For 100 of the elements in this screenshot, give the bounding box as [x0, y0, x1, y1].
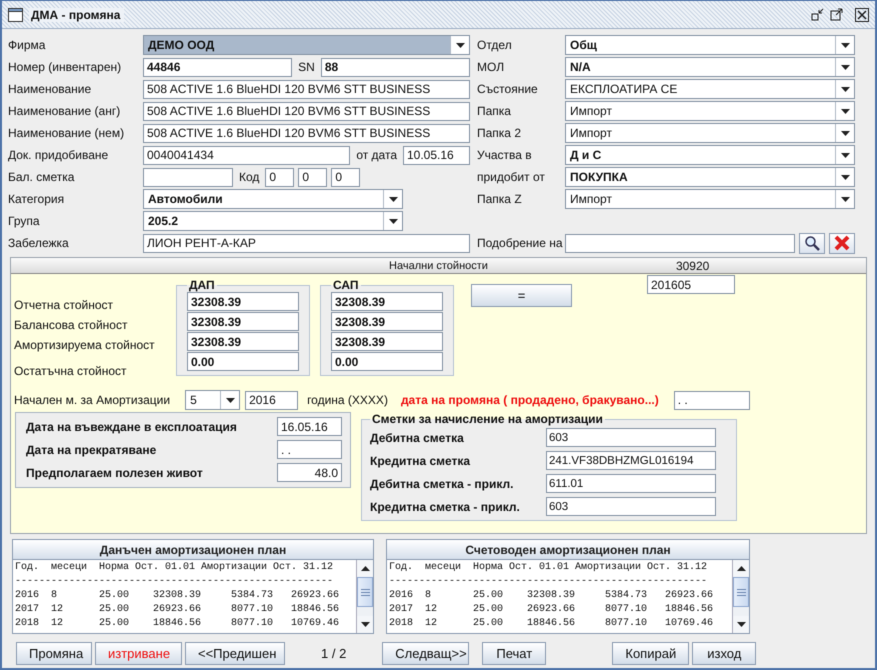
caret-icon — [840, 152, 850, 158]
group-title: ДАП — [188, 278, 216, 292]
dropdown[interactable]: Д и С — [565, 145, 855, 165]
input-field[interactable]: 32308.39 — [331, 292, 443, 311]
input-field[interactable]: 508 ACTIVE 1.6 BlueHDI 120 BVM6 STT BUSINESS — [143, 124, 470, 142]
input-field[interactable]: ЛИОН РЕНТ-А-КАР — [143, 234, 470, 252]
input-field[interactable]: 32308.39 — [331, 332, 443, 351]
input-field[interactable]: . . — [277, 440, 342, 459]
table-cell-text: 25.00 — [473, 617, 504, 631]
minimize-icon[interactable] — [811, 8, 824, 21]
dropdown[interactable]: Импорт — [565, 101, 855, 121]
table-cell-text: 5384.73 — [230, 589, 273, 603]
action-button[interactable]: Печат — [482, 642, 546, 665]
dropdown[interactable]: Общ — [565, 35, 855, 55]
up-arrow-icon — [736, 566, 746, 571]
dropdown[interactable]: ПОКУПКА — [565, 167, 855, 187]
caret-icon — [840, 64, 850, 70]
input-field[interactable]: 0.00 — [187, 352, 299, 371]
up-arrow-icon — [360, 566, 370, 571]
table-cell-text: 18846.56 — [152, 617, 201, 631]
action-button[interactable]: изтриване — [95, 642, 182, 665]
table-cell-text: 18846.56 — [664, 603, 713, 617]
input-field[interactable] — [565, 234, 795, 252]
input-field[interactable]: 88 — [320, 58, 470, 76]
value-label: Балансова стойност — [14, 317, 128, 334]
scrollbar[interactable] — [732, 560, 749, 633]
dropdown[interactable]: ДЕМО ООД — [143, 35, 470, 55]
field-label: Забележка — [8, 236, 70, 250]
grip-icon — [360, 588, 370, 596]
action-button[interactable]: Промяна — [16, 642, 92, 665]
down-arrow-icon — [736, 622, 746, 627]
input-field[interactable]: 32308.39 — [187, 292, 299, 311]
field-label: Дата на въвеждане в експлоатация — [26, 420, 238, 434]
table-cell-text: 10769.46 — [664, 617, 713, 631]
input-field[interactable]: 603 — [546, 428, 716, 447]
input-field[interactable]: 241.VF38DBHZMGL016194 — [546, 451, 716, 470]
input-field[interactable]: 603 — [546, 497, 716, 516]
section-number: 30920 — [674, 258, 710, 272]
action-button[interactable]: <<Предишен — [185, 642, 285, 665]
input-field[interactable]: 508 ACTIVE 1.6 BlueHDI 120 BVM6 STT BUSINESS — [143, 80, 470, 98]
dropdown[interactable]: Автомобили — [143, 189, 403, 209]
action-button[interactable]: Копирай — [612, 642, 690, 665]
input-field[interactable]: 508 ACTIVE 1.6 BlueHDI 120 BVM6 STT BUSINESS — [143, 102, 470, 120]
search-button[interactable] — [799, 232, 825, 254]
dropdown[interactable]: N/A — [565, 57, 855, 77]
maximize-icon[interactable] — [830, 8, 843, 21]
input-field[interactable]: 0 — [265, 168, 294, 186]
scrollbar-thumb[interactable] — [733, 577, 749, 607]
table-cell-text: 2018 — [389, 617, 414, 631]
equals-button[interactable]: = — [471, 284, 572, 307]
caret-icon — [226, 398, 235, 402]
dropdown[interactable]: Импорт — [565, 123, 855, 143]
input-field[interactable]: 0 — [298, 168, 328, 186]
action-button[interactable]: Следващ>> — [382, 642, 470, 665]
table-cell-text: 12 — [425, 617, 438, 631]
table-cell-text: 8077.10 — [604, 617, 647, 631]
table-cell-text: 8077.10 — [230, 603, 273, 617]
action-button[interactable]: изход — [692, 642, 756, 665]
input-field[interactable]: 10.05.16 — [403, 146, 470, 164]
column-header: месеци — [425, 561, 462, 575]
dropdown[interactable]: 205.2 — [143, 211, 403, 231]
table-cell-text: 25.00 — [99, 603, 130, 617]
input-field[interactable]: 48.0 — [277, 463, 342, 482]
input-field[interactable] — [143, 168, 233, 186]
input-field[interactable]: 44846 — [143, 58, 292, 76]
column-header: Ост. 01.01 — [135, 561, 196, 575]
table-cell-text: 25.00 — [473, 589, 504, 603]
column-header: Амортизации — [201, 561, 268, 575]
scrollbar[interactable] — [356, 560, 373, 633]
input-field[interactable]: 32308.39 — [187, 312, 299, 331]
input-field[interactable]: . . — [674, 390, 750, 410]
caret-icon — [840, 196, 850, 202]
dropdown[interactable]: Импорт — [565, 189, 855, 209]
input-field[interactable]: 201605 — [647, 275, 735, 294]
caret-icon — [456, 42, 464, 48]
table-cell-text: 2018 — [15, 617, 40, 631]
input-field[interactable]: 32308.39 — [187, 332, 299, 351]
scrollbar-thumb[interactable] — [357, 577, 373, 607]
field-label: Отдел — [477, 38, 513, 52]
column-header: Ост. 31.12 — [647, 561, 708, 575]
month-dropdown[interactable]: 5 — [185, 390, 240, 410]
column-header: Норма — [99, 561, 130, 575]
input-field[interactable]: 0040041434 — [143, 146, 350, 164]
field-label: Бал. сметка — [8, 170, 76, 184]
field-label: Папка 2 — [477, 126, 522, 140]
dropdown[interactable]: ЕКСПЛОАТИРА СЕ — [565, 79, 855, 99]
field-label: от дата — [355, 148, 398, 162]
input-field[interactable]: 0 — [331, 168, 360, 186]
close-icon[interactable] — [855, 8, 869, 22]
input-field[interactable]: 16.05.16 — [277, 417, 342, 436]
plan-header[interactable]: Данъчен амортизационен план — [12, 539, 374, 560]
input-field[interactable]: 611.01 — [546, 474, 716, 493]
input-field[interactable]: 0.00 — [331, 352, 443, 371]
input-field[interactable]: 2016 — [245, 390, 298, 410]
input-field[interactable]: 32308.39 — [331, 312, 443, 331]
caret-icon — [840, 174, 850, 180]
table-cell-text: 32308.39 — [526, 589, 575, 603]
table-cell-text: 18846.56 — [290, 603, 339, 617]
plan-header[interactable]: Счетоводен амортизационен план — [386, 539, 750, 560]
delete-button[interactable] — [829, 232, 855, 254]
